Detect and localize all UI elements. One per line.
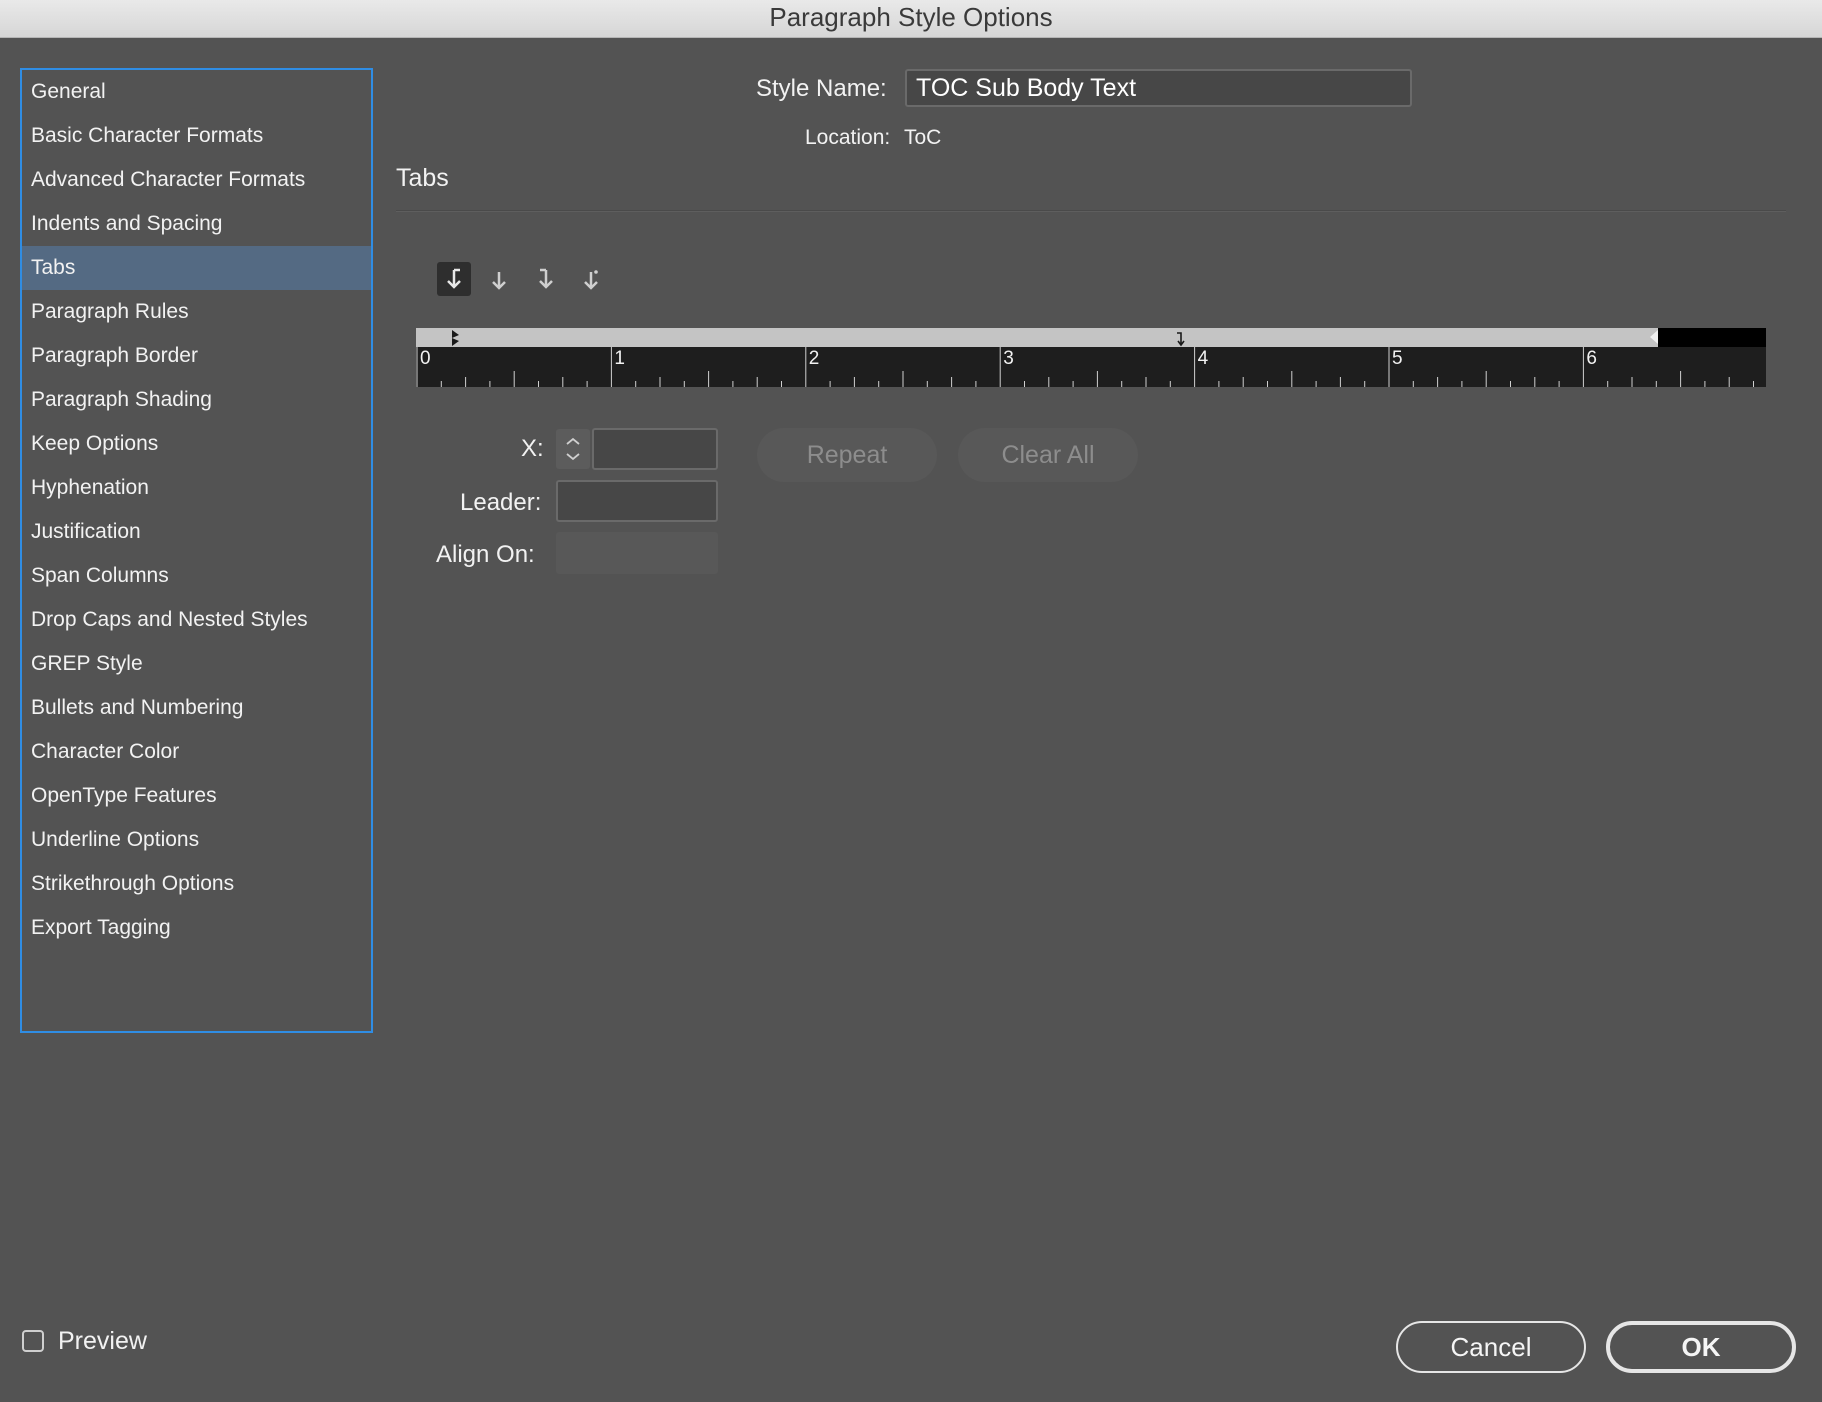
ruler-number: 1 (614, 348, 625, 369)
ruler-number: 2 (808, 348, 820, 369)
clear-all-button[interactable]: Clear All (958, 428, 1138, 482)
ruler-number: 3 (1003, 348, 1014, 369)
section-divider (396, 210, 1786, 211)
sidebar-item-tabs[interactable]: Tabs (22, 246, 371, 290)
sidebar-item-bullets-and-numbering[interactable]: Bullets and Numbering (22, 686, 371, 730)
right-margin-area (1658, 328, 1766, 347)
sidebar-item-paragraph-rules[interactable]: Paragraph Rules (22, 290, 371, 334)
preview-checkbox[interactable] (22, 1330, 44, 1352)
sidebar-item-strikethrough-options[interactable]: Strikethrough Options (22, 862, 371, 906)
sidebar-item-underline-options[interactable]: Underline Options (22, 818, 371, 862)
align-to-decimal-tab-icon (584, 270, 598, 290)
style-name-input[interactable]: TOC Sub Body Text (905, 69, 1412, 107)
leader-label: Leader: (460, 489, 542, 516)
ok-button[interactable]: OK (1606, 1321, 1796, 1373)
tab-ruler-track[interactable] (416, 328, 1766, 347)
tab-ruler[interactable]: 0 1 2 3 4 5 6 (416, 347, 1766, 387)
align-on-label: Align On: (436, 541, 535, 568)
leader-input[interactable] (556, 480, 718, 522)
sidebar-item-indents-and-spacing[interactable]: Indents and Spacing (22, 202, 371, 246)
window-title: Paragraph Style Options (0, 0, 1822, 38)
ruler-number: 0 (420, 348, 431, 369)
tab-stop-marker-icon[interactable] (1174, 328, 1188, 347)
x-input[interactable] (592, 428, 718, 470)
sidebar-item-paragraph-border[interactable]: Paragraph Border (22, 334, 371, 378)
sidebar-item-grep-style[interactable]: GREP Style (22, 642, 371, 686)
sidebar-item-general[interactable]: General (22, 70, 371, 114)
preview-label: Preview (58, 1327, 147, 1355)
category-list[interactable]: General Basic Character Formats Advanced C… (20, 68, 373, 1033)
sidebar-item-character-color[interactable]: Character Color (22, 730, 371, 774)
left-justified-tab-button[interactable] (437, 262, 471, 296)
sidebar-item-paragraph-shading[interactable]: Paragraph Shading (22, 378, 371, 422)
sidebar-item-keep-options[interactable]: Keep Options (22, 422, 371, 466)
right-justified-tab-button[interactable] (529, 262, 563, 296)
sidebar-item-opentype-features[interactable]: OpenType Features (22, 774, 371, 818)
sidebar-item-drop-caps-and-nested-styles[interactable]: Drop Caps and Nested Styles (22, 598, 371, 642)
right-justified-tab-icon (539, 268, 553, 289)
x-label: X: (521, 435, 544, 462)
right-indent-marker-icon[interactable] (1648, 328, 1662, 347)
ruler-number: 6 (1586, 348, 1597, 369)
ruler-number: 4 (1197, 348, 1209, 369)
center-justified-tab-icon (492, 272, 506, 290)
sidebar-item-export-tagging[interactable]: Export Tagging (22, 906, 371, 950)
x-stepper[interactable] (556, 429, 590, 469)
location-label: Location: (805, 126, 891, 149)
center-justified-tab-button[interactable] (482, 262, 516, 296)
repeat-button[interactable]: Repeat (757, 428, 937, 482)
section-title: Tabs (396, 164, 449, 192)
align-to-decimal-tab-button[interactable] (574, 262, 608, 296)
sidebar-item-justification[interactable]: Justification (22, 510, 371, 554)
sidebar-item-basic-character-formats[interactable]: Basic Character Formats (22, 114, 371, 158)
align-on-input[interactable] (556, 532, 718, 574)
sidebar-item-span-columns[interactable]: Span Columns (22, 554, 371, 598)
sidebar-item-advanced-character-formats[interactable]: Advanced Character Formats (22, 158, 371, 202)
cancel-button[interactable]: Cancel (1396, 1321, 1586, 1373)
location-value: ToC (904, 126, 942, 149)
indent-marker-icon[interactable] (448, 328, 468, 347)
sidebar-item-hyphenation[interactable]: Hyphenation (22, 466, 371, 510)
ruler-number: 5 (1392, 348, 1403, 369)
left-justified-tab-icon (447, 268, 461, 289)
style-name-label: Style Name: (756, 75, 887, 102)
stepper-arrows-icon (566, 437, 580, 461)
